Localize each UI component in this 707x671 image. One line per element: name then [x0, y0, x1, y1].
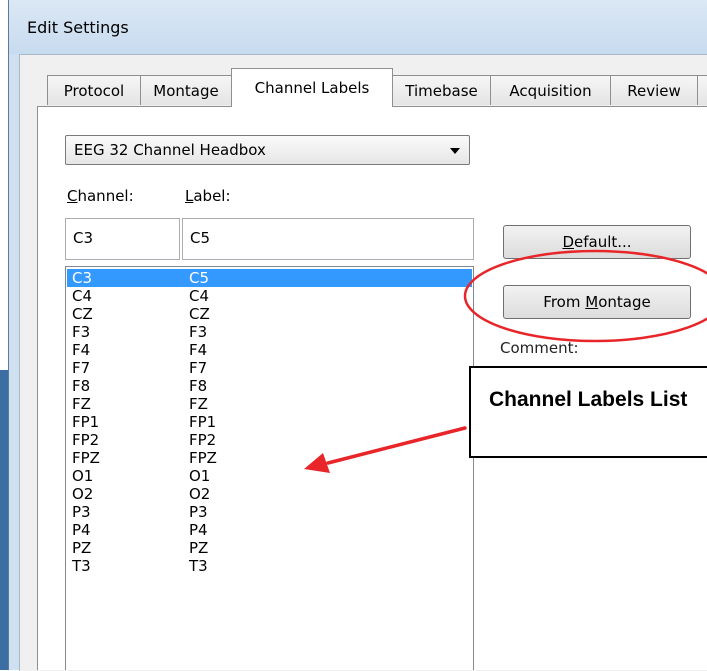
arrow-head-icon [304, 453, 330, 473]
arrow-shaft [326, 426, 467, 465]
annotation-overlay [304, 249, 707, 473]
highlight-ellipse [463, 249, 707, 343]
